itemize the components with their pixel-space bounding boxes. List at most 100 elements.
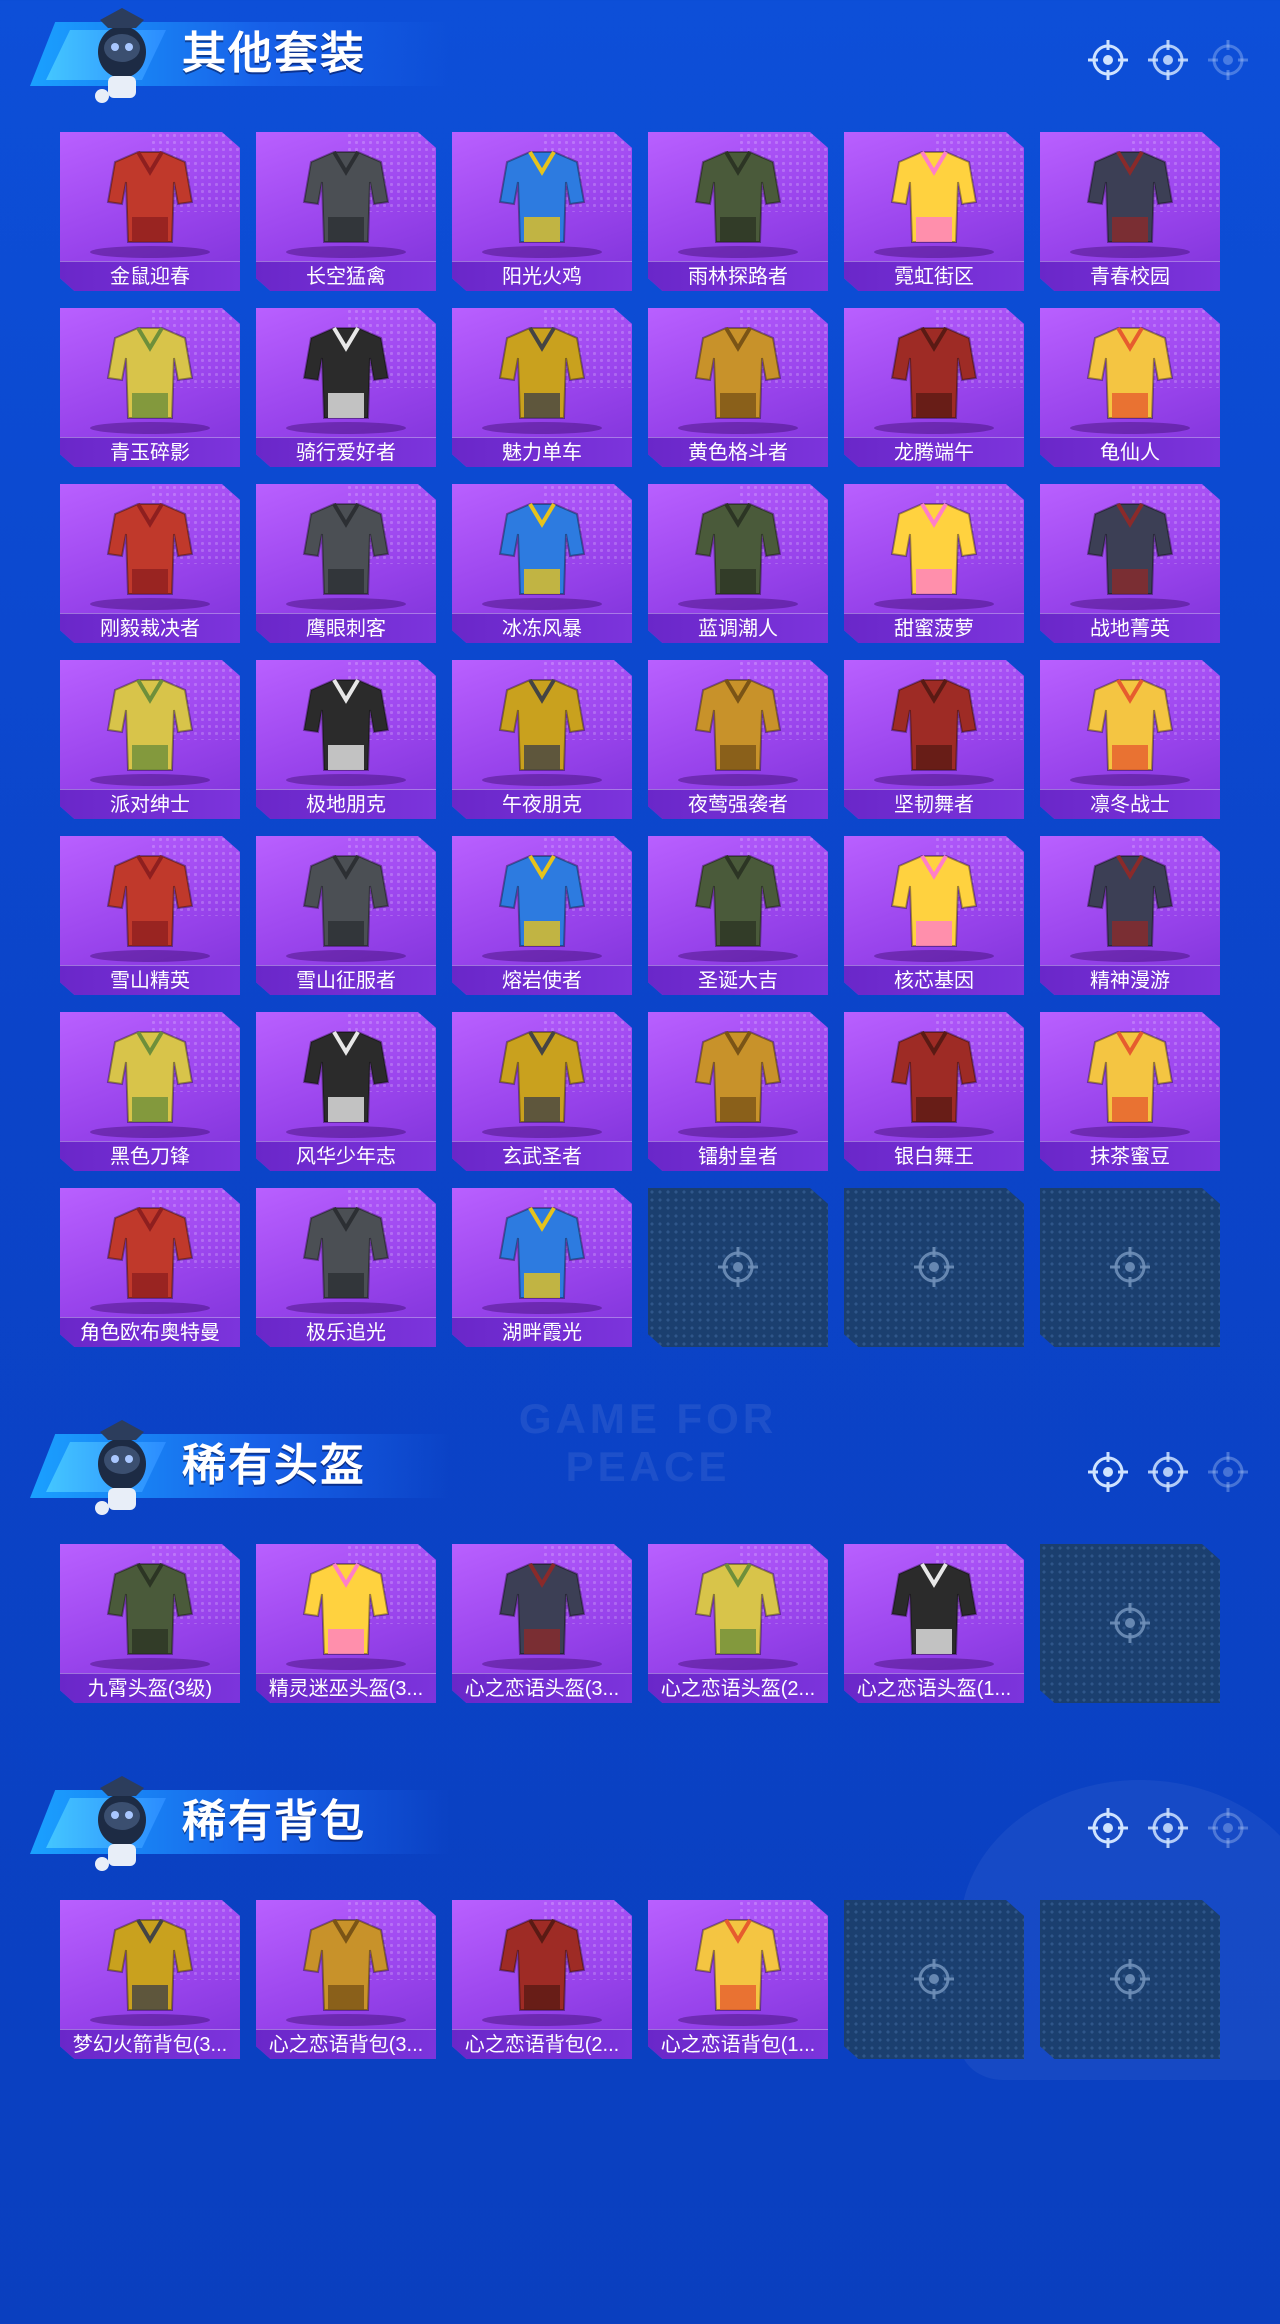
crosshair-icon bbox=[1146, 38, 1190, 82]
item-card[interactable]: 青玉碎影 bbox=[60, 308, 240, 467]
item-card[interactable]: 蓝调潮人 bbox=[648, 484, 828, 643]
item-image bbox=[1070, 1030, 1190, 1138]
item-label: 派对绅士 bbox=[60, 789, 240, 819]
item-image bbox=[286, 150, 406, 258]
item-image bbox=[678, 854, 798, 962]
item-card[interactable]: 雨林探路者 bbox=[648, 132, 828, 291]
item-card[interactable]: 玄武圣者 bbox=[452, 1012, 632, 1171]
item-card[interactable]: 湖畔霞光 bbox=[452, 1188, 632, 1347]
item-label: 战地菁英 bbox=[1040, 613, 1220, 643]
item-card[interactable]: 银白舞王 bbox=[844, 1012, 1024, 1171]
item-image bbox=[90, 502, 210, 610]
item-card[interactable]: 心之恋语头盔(3... bbox=[452, 1544, 632, 1703]
item-image bbox=[286, 1030, 406, 1138]
item-card[interactable]: 极地朋克 bbox=[256, 660, 436, 819]
item-card[interactable]: 魅力单车 bbox=[452, 308, 632, 467]
item-card[interactable]: 派对绅士 bbox=[60, 660, 240, 819]
item-label: 核芯基因 bbox=[844, 965, 1024, 995]
item-card[interactable]: 龙腾端午 bbox=[844, 308, 1024, 467]
item-card[interactable]: 镭射皇者 bbox=[648, 1012, 828, 1171]
item-card[interactable]: 雪山精英 bbox=[60, 836, 240, 995]
crosshair-icon bbox=[1146, 1806, 1190, 1850]
item-grid: 梦幻火箭背包(3... 心之恋语背包(3... 心之恋语背包(2... 心之恋语背包(… bbox=[60, 1900, 1220, 2059]
item-label: 玄武圣者 bbox=[452, 1141, 632, 1171]
item-card[interactable]: 心之恋语背包(1... bbox=[648, 1900, 828, 2059]
item-image bbox=[286, 326, 406, 434]
item-card[interactable]: 冰冻风暴 bbox=[452, 484, 632, 643]
section-rare-helmets: 稀有头盔 九霄头盔(3级) 精灵迷巫头盔(3... 心之恋语头盔(3... 心之恋语头… bbox=[0, 1412, 1280, 1792]
item-card[interactable]: 角色欧布奥特曼 bbox=[60, 1188, 240, 1347]
item-card[interactable]: 心之恋语头盔(2... bbox=[648, 1544, 828, 1703]
item-card[interactable]: 梦幻火箭背包(3... bbox=[60, 1900, 240, 2059]
item-card[interactable]: 午夜朋克 bbox=[452, 660, 632, 819]
item-label: 抹茶蜜豆 bbox=[1040, 1141, 1220, 1171]
item-label: 极乐追光 bbox=[256, 1317, 436, 1347]
item-label: 坚韧舞者 bbox=[844, 789, 1024, 819]
item-image bbox=[90, 326, 210, 434]
item-image bbox=[1070, 150, 1190, 258]
item-card[interactable]: 鹰眼刺客 bbox=[256, 484, 436, 643]
item-label: 魅力单车 bbox=[452, 437, 632, 467]
item-card[interactable]: 青春校园 bbox=[1040, 132, 1220, 291]
item-card[interactable]: 心之恋语背包(2... bbox=[452, 1900, 632, 2059]
item-image bbox=[286, 1562, 406, 1670]
item-label: 心之恋语背包(1... bbox=[648, 2029, 828, 2059]
item-card[interactable]: 精灵迷巫头盔(3... bbox=[256, 1544, 436, 1703]
item-card[interactable]: 坚韧舞者 bbox=[844, 660, 1024, 819]
item-card[interactable]: 抹茶蜜豆 bbox=[1040, 1012, 1220, 1171]
item-image bbox=[90, 854, 210, 962]
item-card[interactable]: 霓虹街区 bbox=[844, 132, 1024, 291]
crosshair-icon bbox=[1086, 1450, 1130, 1494]
item-card[interactable]: 长空猛禽 bbox=[256, 132, 436, 291]
item-image bbox=[1070, 678, 1190, 786]
item-label: 精灵迷巫头盔(3... bbox=[256, 1673, 436, 1703]
item-card[interactable]: 龟仙人 bbox=[1040, 308, 1220, 467]
item-image bbox=[482, 854, 602, 962]
item-card[interactable]: 心之恋语背包(3... bbox=[256, 1900, 436, 2059]
item-image bbox=[678, 678, 798, 786]
item-label: 黑色刀锋 bbox=[60, 1141, 240, 1171]
item-image bbox=[678, 150, 798, 258]
item-card[interactable]: 阳光火鸡 bbox=[452, 132, 632, 291]
item-card[interactable]: 凛冬战士 bbox=[1040, 660, 1220, 819]
crosshair-icon bbox=[1086, 38, 1130, 82]
item-image bbox=[482, 1562, 602, 1670]
item-label: 青春校园 bbox=[1040, 261, 1220, 291]
item-card[interactable]: 黑色刀锋 bbox=[60, 1012, 240, 1171]
item-card[interactable]: 精神漫游 bbox=[1040, 836, 1220, 995]
item-card[interactable]: 黄色格斗者 bbox=[648, 308, 828, 467]
crosshair-icon bbox=[1108, 1957, 1152, 2001]
section-header: 稀有背包 bbox=[0, 1768, 1280, 1878]
mascot-icon bbox=[95, 1420, 146, 1515]
item-image bbox=[678, 1918, 798, 2026]
item-card[interactable]: 极乐追光 bbox=[256, 1188, 436, 1347]
item-label: 精神漫游 bbox=[1040, 965, 1220, 995]
item-image bbox=[286, 854, 406, 962]
item-card[interactable]: 甜蜜菠萝 bbox=[844, 484, 1024, 643]
item-label: 阳光火鸡 bbox=[452, 261, 632, 291]
item-image bbox=[90, 1562, 210, 1670]
item-image bbox=[286, 502, 406, 610]
item-grid: 九霄头盔(3级) 精灵迷巫头盔(3... 心之恋语头盔(3... 心之恋语头盔(2..… bbox=[60, 1544, 1220, 1703]
item-label: 刚毅裁决者 bbox=[60, 613, 240, 643]
item-card[interactable]: 战地菁英 bbox=[1040, 484, 1220, 643]
item-card[interactable]: 核芯基因 bbox=[844, 836, 1024, 995]
item-image bbox=[874, 1562, 994, 1670]
item-card[interactable]: 风华少年志 bbox=[256, 1012, 436, 1171]
item-card[interactable]: 金鼠迎春 bbox=[60, 132, 240, 291]
item-card[interactable]: 夜莺强袭者 bbox=[648, 660, 828, 819]
item-label: 凛冬战士 bbox=[1040, 789, 1220, 819]
item-image bbox=[482, 678, 602, 786]
item-card[interactable]: 九霄头盔(3级) bbox=[60, 1544, 240, 1703]
item-card[interactable]: 骑行爱好者 bbox=[256, 308, 436, 467]
item-image bbox=[678, 1562, 798, 1670]
item-card[interactable]: 熔岩使者 bbox=[452, 836, 632, 995]
item-card[interactable]: 圣诞大吉 bbox=[648, 836, 828, 995]
crosshair-icon bbox=[912, 1957, 956, 2001]
item-card[interactable]: 刚毅裁决者 bbox=[60, 484, 240, 643]
item-card[interactable]: 雪山征服者 bbox=[256, 836, 436, 995]
item-label: 镭射皇者 bbox=[648, 1141, 828, 1171]
item-image bbox=[286, 1206, 406, 1314]
item-image bbox=[1070, 326, 1190, 434]
item-card[interactable]: 心之恋语头盔(1... bbox=[844, 1544, 1024, 1703]
